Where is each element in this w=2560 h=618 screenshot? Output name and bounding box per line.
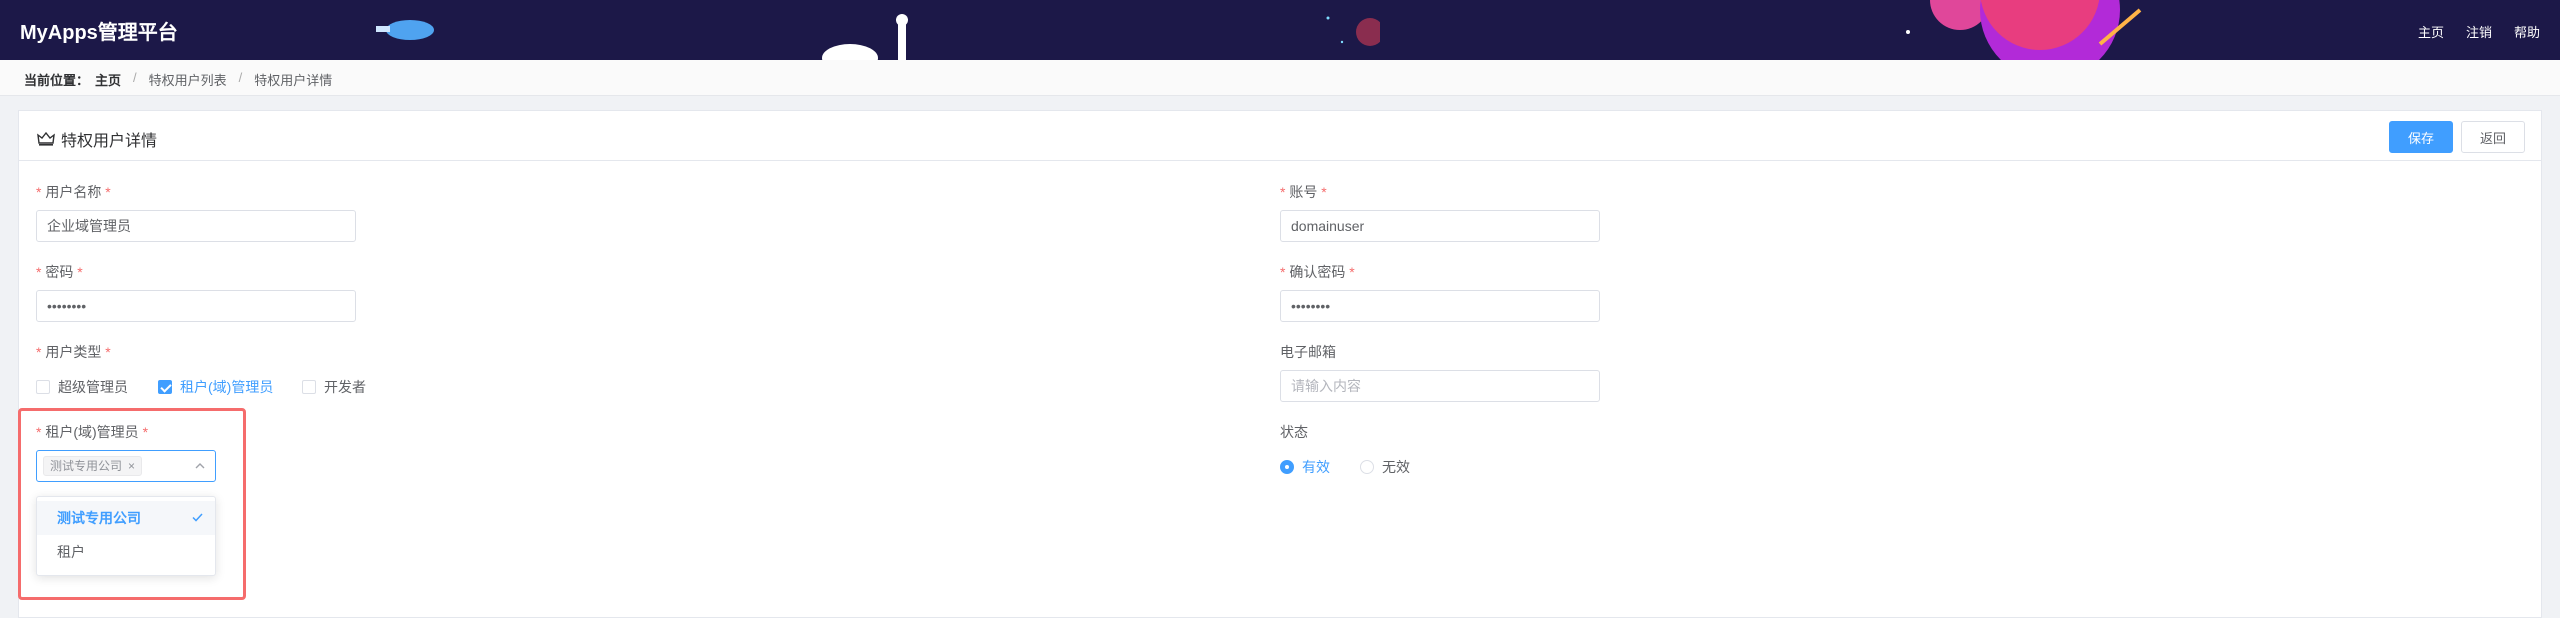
tenant-admin-dropdown: 测试专用公司 租户 bbox=[36, 496, 216, 576]
nav-help-link[interactable]: 帮助 bbox=[2514, 22, 2540, 41]
panel-title-text: 特权用户详情 bbox=[61, 133, 158, 150]
dropdown-option-test-company[interactable]: 测试专用公司 bbox=[37, 501, 215, 535]
panel-title: 特权用户详情 bbox=[37, 127, 157, 151]
header-nav: 主页 注销 帮助 bbox=[2418, 22, 2540, 41]
breadcrumb-label: 当前位置： bbox=[24, 73, 90, 88]
nav-home-link[interactable]: 主页 bbox=[2418, 22, 2444, 41]
checkbox-box[interactable] bbox=[36, 380, 50, 394]
username-input[interactable]: 企业域管理员 bbox=[36, 210, 356, 242]
user-type-label: * 用户类型 * bbox=[36, 344, 111, 360]
password-label: * 密码 * bbox=[36, 264, 83, 280]
app-title: MyApps管理平台 bbox=[20, 22, 178, 44]
chevron-up-icon[interactable] bbox=[195, 462, 205, 470]
breadcrumb-separator: / bbox=[238, 70, 243, 85]
selected-tag: 测试专用公司 × bbox=[43, 456, 143, 476]
breadcrumb-separator: / bbox=[133, 70, 137, 85]
checkbox-box[interactable] bbox=[302, 380, 316, 394]
top-header: MyApps管理平台 主页 注销 帮助 bbox=[0, 0, 2560, 60]
check-icon bbox=[192, 513, 203, 522]
airship-icon bbox=[376, 20, 434, 40]
account-input[interactable]: domainuser bbox=[1280, 210, 1600, 242]
status-invalid-radio[interactable]: 无效 bbox=[1360, 457, 1410, 477]
breadcrumb-bar: 当前位置： 主页 / 特权用户列表 / 特权用户详情 bbox=[0, 60, 2560, 96]
confirm-password-label: * 确认密码 * bbox=[1280, 264, 1355, 280]
nav-logout-link[interactable]: 注销 bbox=[2466, 22, 2492, 41]
user-type-super-admin-checkbox[interactable]: 超级管理员 bbox=[36, 377, 128, 397]
crown-icon bbox=[37, 131, 55, 146]
save-button[interactable]: 保存 bbox=[2389, 121, 2454, 153]
tenant-admin-label: * 租户(域)管理员 * bbox=[36, 424, 149, 440]
panel-header: 特权用户详情 保存 返回 bbox=[19, 111, 2541, 161]
dropdown-option-tenant[interactable]: 租户 bbox=[37, 535, 215, 569]
username-label: * 用户名称 * bbox=[36, 184, 111, 200]
breadcrumb-privileged-user-list[interactable]: 特权用户列表 bbox=[149, 70, 227, 89]
back-button[interactable]: 返回 bbox=[2461, 121, 2526, 153]
email-input[interactable]: 请输入内容 bbox=[1280, 370, 1600, 402]
planet-small-icon bbox=[1326, 16, 1380, 46]
tenant-admin-select[interactable]: 测试专用公司 × bbox=[36, 450, 216, 482]
radio-on[interactable] bbox=[1280, 460, 1294, 474]
breadcrumb-privileged-user-detail: 特权用户详情 bbox=[254, 73, 333, 88]
status-valid-radio[interactable]: 有效 bbox=[1280, 457, 1330, 477]
breadcrumb-home[interactable]: 主页 bbox=[95, 70, 121, 89]
tag-close-icon[interactable]: × bbox=[128, 457, 135, 475]
user-type-tenant-admin-checkbox[interactable]: 租户(域)管理员 bbox=[158, 377, 273, 397]
radio-off[interactable] bbox=[1360, 460, 1374, 474]
email-label: 电子邮箱 bbox=[1280, 344, 1336, 360]
confirm-password-input[interactable]: •••••••• bbox=[1280, 290, 1600, 322]
status-label: 状态 bbox=[1280, 424, 1308, 440]
account-label: * 账号 * bbox=[1280, 184, 1327, 200]
password-input[interactable]: •••••••• bbox=[36, 290, 356, 322]
checkbox-box-checked[interactable] bbox=[158, 380, 172, 394]
breadcrumb: 当前位置： 主页 / 特权用户列表 / 特权用户详情 bbox=[24, 70, 332, 89]
planet-big-icon bbox=[1906, 0, 2142, 60]
lighthouse-icon bbox=[822, 14, 908, 60]
user-type-developer-checkbox[interactable]: 开发者 bbox=[302, 377, 366, 397]
